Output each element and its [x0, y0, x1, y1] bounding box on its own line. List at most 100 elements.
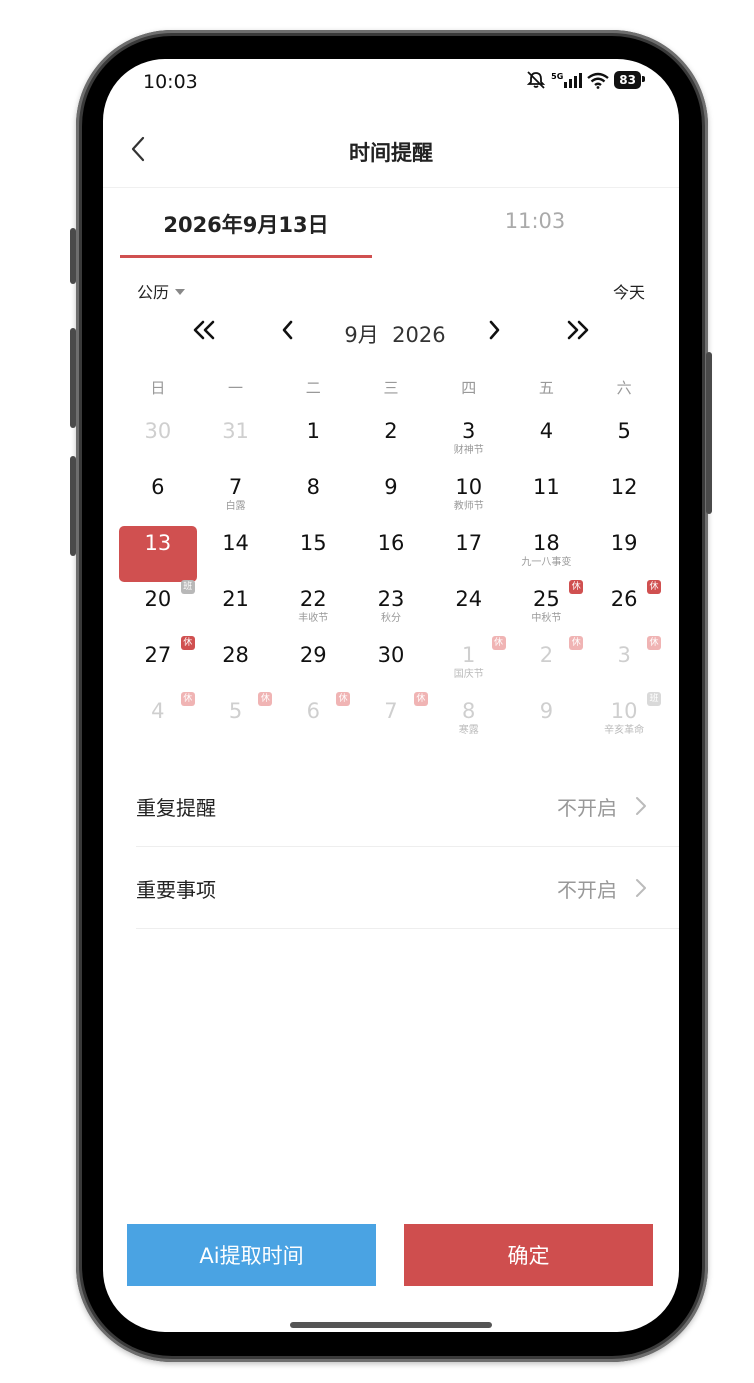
day-festival-label: 白露: [225, 501, 246, 512]
day-festival-label: 教师节: [453, 501, 484, 512]
day-cell-body: 4: [508, 414, 586, 470]
important-item-row[interactable]: 重要事项 不开启: [136, 846, 679, 929]
weekday-header: 日 一 二 三 四 五 六: [119, 377, 663, 399]
calendar-day[interactable]: 16: [352, 526, 430, 582]
ai-extract-time-button[interactable]: Ai提取时间: [127, 1224, 376, 1286]
calendar-day[interactable]: 12: [585, 470, 663, 526]
calendar-day[interactable]: 9: [508, 694, 586, 750]
screen: 10:03 5G 83 时间提醒 2026年9月13日 11:03 公历 今天: [103, 59, 679, 1332]
calendar-day[interactable]: 5休: [197, 692, 275, 750]
day-number: 26: [610, 587, 638, 611]
calendar-day[interactable]: 2: [352, 414, 430, 470]
calendar-day[interactable]: 3 财神节: [430, 414, 508, 470]
calendar-day[interactable]: 27 休: [119, 636, 197, 694]
workday-badge: 班: [180, 580, 195, 594]
calendar-day[interactable]: 22 丰收节: [274, 582, 352, 638]
calendar-day[interactable]: 10 辛亥革命 班: [585, 692, 663, 750]
calendar-day[interactable]: 26 休: [585, 580, 663, 638]
day-cell-body: 14: [197, 526, 275, 582]
calendar-day[interactable]: 10 教师节: [430, 470, 508, 526]
calendar-day[interactable]: 2休: [508, 636, 586, 694]
day-number: 1: [462, 643, 476, 667]
prev-year-button[interactable]: [189, 317, 219, 347]
calendar-day[interactable]: 11: [508, 470, 586, 526]
calendar-day[interactable]: 18 九一八事变: [508, 526, 586, 582]
holiday-badge: 休: [180, 692, 195, 706]
calendar-day[interactable]: 9: [352, 470, 430, 526]
holiday-badge: 休: [647, 636, 661, 650]
holiday-badge: 休: [569, 580, 584, 594]
calendar-day[interactable]: 3休: [585, 636, 663, 694]
next-month-button[interactable]: [479, 317, 509, 347]
calendar-day[interactable]: 4: [508, 414, 586, 470]
day-festival-label: 寒露: [458, 725, 479, 736]
calendar-day[interactable]: 30: [352, 638, 430, 694]
calendar-day[interactable]: 1 国庆节 休: [430, 636, 508, 694]
day-cell-body: 18 九一八事变: [508, 526, 586, 582]
calendar-day[interactable]: 7 白露: [197, 470, 275, 526]
calendar-day[interactable]: 28: [197, 638, 275, 694]
calendar-day[interactable]: 17: [430, 526, 508, 582]
home-indicator: [290, 1322, 492, 1328]
calendar-day[interactable]: 20 班: [119, 580, 197, 638]
day-number: 1: [306, 419, 320, 443]
prev-month-button[interactable]: [273, 317, 303, 347]
day-cell-body: 6: [119, 470, 197, 526]
calendar-day[interactable]: 6: [119, 470, 197, 526]
day-number: 12: [610, 475, 638, 499]
status-icons: 5G 83: [526, 71, 645, 89]
calendar-day[interactable]: 6休: [274, 692, 352, 750]
calendar-day[interactable]: 5: [585, 414, 663, 470]
calendar-day[interactable]: 19: [585, 526, 663, 582]
calendar-day[interactable]: 8: [274, 470, 352, 526]
day-number: 24: [455, 587, 483, 611]
day-number: 18: [533, 531, 560, 555]
day-number: 6: [151, 475, 165, 499]
calendar-day[interactable]: 21: [197, 582, 275, 638]
tab-active-indicator: [120, 255, 372, 258]
calendar-day[interactable]: 24: [430, 582, 508, 638]
day-number: 21: [222, 587, 249, 611]
calendar-day[interactable]: 4休: [119, 692, 197, 750]
calendar-day[interactable]: 8 寒露: [430, 694, 508, 750]
day-number: 28: [222, 643, 249, 667]
power-button: [706, 352, 712, 514]
calendar-day[interactable]: 25 中秋节 休: [508, 580, 586, 638]
holiday-badge: 休: [336, 692, 351, 706]
chevron-left-icon: [281, 319, 295, 345]
day-cell-body: 7 白露: [197, 470, 275, 526]
next-year-button[interactable]: [563, 317, 593, 347]
holiday-badge: 休: [258, 692, 273, 706]
calendar-day[interactable]: 31: [197, 414, 275, 470]
calendar-day[interactable]: 15: [274, 526, 352, 582]
confirm-button[interactable]: 确定: [404, 1224, 653, 1286]
day-number: 7: [228, 475, 243, 499]
battery-indicator: 83: [614, 71, 645, 89]
chevron-right-icon: [487, 319, 501, 345]
calendar-day[interactable]: 23 秋分: [352, 582, 430, 638]
weekday-label: 一: [228, 379, 244, 397]
page-title: 时间提醒: [349, 141, 433, 165]
tab-time[interactable]: 11:03: [413, 209, 657, 233]
day-number: 10: [455, 475, 483, 499]
wifi-icon: [587, 72, 610, 89]
day-festival-label: 秋分: [380, 613, 401, 624]
calendar-day-selected[interactable]: 13: [119, 526, 197, 582]
double-chevron-left-icon: [191, 319, 217, 345]
day-cell-body: 1: [274, 414, 352, 470]
calendar-day[interactable]: 1: [274, 414, 352, 470]
calendar-day[interactable]: 30: [119, 414, 197, 470]
holiday-badge: 休: [647, 580, 661, 594]
today-button[interactable]: 今天: [613, 279, 645, 303]
calendar-day[interactable]: 29: [274, 638, 352, 694]
tab-date[interactable]: 2026年9月13日: [120, 209, 372, 239]
day-number: 27: [144, 643, 172, 667]
calendar-type-selector[interactable]: 公历: [137, 279, 186, 303]
day-number: 30: [377, 643, 405, 667]
day-cell-body: 21: [197, 582, 275, 638]
day-festival-label: 丰收节: [298, 613, 329, 624]
day-cell-body: 12: [585, 470, 663, 526]
repeat-reminder-row[interactable]: 重复提醒 不开启: [136, 764, 679, 847]
calendar-day[interactable]: 14: [197, 526, 275, 582]
calendar-day[interactable]: 7休: [352, 692, 430, 750]
